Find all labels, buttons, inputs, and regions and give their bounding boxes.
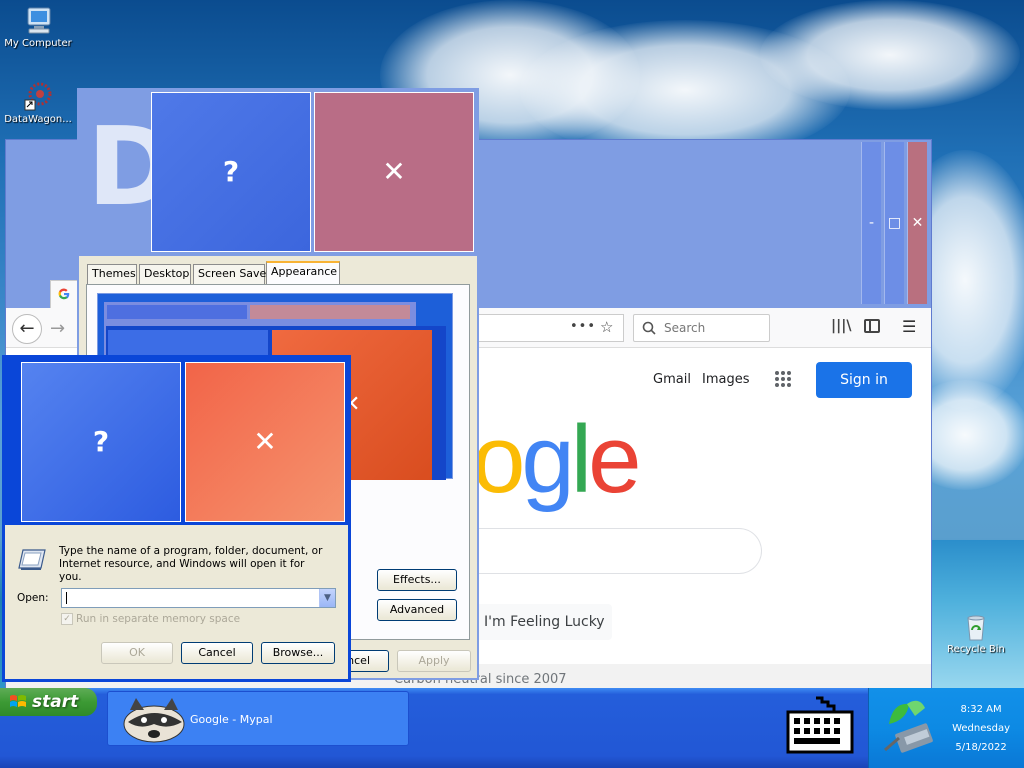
keyboard-icon[interactable]: [786, 696, 854, 754]
run-program-icon: [17, 548, 49, 572]
forward-arrow-icon[interactable]: →: [50, 318, 65, 339]
taskbar-task-google-mypal[interactable]: Google - Mypal: [107, 691, 409, 746]
page-actions-icon[interactable]: •••: [570, 319, 596, 334]
start-label: start: [32, 692, 79, 712]
advanced-button[interactable]: Advanced: [377, 599, 457, 621]
desktop-icon-recycle-bin[interactable]: Recycle Bin: [938, 610, 1014, 655]
feeling-lucky-button[interactable]: I'm Feeling Lucky: [476, 604, 612, 640]
url-bar[interactable]: ••• ☆: [476, 314, 624, 342]
run-titlebar[interactable]: ? ✕: [5, 358, 348, 525]
menu-hamburger-icon[interactable]: ☰: [902, 317, 916, 336]
help-button[interactable]: ?: [151, 92, 311, 252]
memory-space-label: Run in separate memory space: [76, 613, 241, 625]
library-icon[interactable]: |||\: [831, 318, 851, 334]
run-dialog: ? ✕ Type the name of a program, folder, …: [2, 355, 351, 682]
back-arrow-icon[interactable]: ←: [12, 314, 42, 344]
datawagon-icon: [22, 80, 54, 112]
memory-space-checkbox[interactable]: ✓: [61, 613, 73, 625]
chevron-down-icon[interactable]: ▼: [319, 589, 335, 607]
system-tray: 8:32 AM Wednesday 5/18/2022: [868, 688, 1024, 768]
apply-button[interactable]: Apply: [397, 650, 471, 672]
search-icon: [642, 321, 656, 335]
display-properties-titlebar[interactable]: D ? ✕: [79, 90, 477, 256]
browser-tab[interactable]: [50, 280, 78, 308]
computer-icon: [22, 4, 54, 36]
desktop-icon-datawagon[interactable]: DataWagon...: [0, 80, 76, 125]
text-cursor: [66, 592, 67, 604]
desktop-icon-label: DataWagon...: [4, 114, 72, 125]
taskbar: start Google - Mypal 8:32 AM Wednesday 5…: [0, 688, 1024, 768]
desktop-icon-label: Recycle Bin: [947, 644, 1005, 655]
sign-in-button[interactable]: Sign in: [816, 362, 912, 398]
desktop-icon-label: My Computer: [4, 38, 72, 49]
search-input[interactable]: Search: [633, 314, 770, 342]
tab-themes[interactable]: Themes: [87, 264, 137, 284]
close-button[interactable]: ✕: [907, 142, 927, 304]
open-input[interactable]: ▼: [61, 588, 336, 608]
search-placeholder: Search: [664, 321, 706, 335]
clock-date: 5/18/2022: [955, 742, 1007, 753]
google-search-box[interactable]: [476, 528, 762, 574]
bookmark-star-icon[interactable]: ☆: [600, 318, 613, 336]
close-button[interactable]: ✕: [185, 362, 345, 522]
effects-button[interactable]: Effects...: [377, 569, 457, 591]
tab-appearance[interactable]: Appearance: [266, 261, 340, 285]
windows-logo-icon: [10, 695, 26, 707]
help-button[interactable]: ?: [21, 362, 181, 522]
run-description: Type the name of a program, folder, docu…: [59, 545, 323, 583]
minimize-button[interactable]: -: [861, 142, 881, 304]
open-label: Open:: [17, 592, 49, 604]
ok-button[interactable]: OK: [101, 642, 173, 664]
network-tray-icon[interactable]: [879, 694, 943, 758]
google-favicon-icon: [58, 288, 70, 300]
maximize-button[interactable]: □: [884, 142, 904, 304]
cancel-button[interactable]: Cancel: [181, 642, 253, 664]
clock-day: Wednesday: [952, 723, 1010, 734]
raccoon-icon: [116, 696, 188, 744]
gmail-link[interactable]: Gmail: [653, 372, 691, 387]
start-button[interactable]: start: [0, 688, 97, 716]
tab-screen-saver[interactable]: Screen Saver: [193, 264, 271, 284]
tab-desktop[interactable]: Desktop: [139, 264, 191, 284]
recycle-bin-icon: [960, 610, 992, 642]
google-logo: ogle: [472, 406, 642, 513]
clock[interactable]: 8:32 AM Wednesday 5/18/2022: [952, 700, 1010, 757]
clock-time: 8:32 AM: [960, 704, 1002, 715]
close-button[interactable]: ✕: [314, 92, 474, 252]
task-label: Google - Mypal: [190, 713, 273, 726]
images-link[interactable]: Images: [702, 372, 750, 387]
browse-button[interactable]: Browse...: [261, 642, 335, 664]
sidebar-icon[interactable]: [864, 319, 880, 333]
apps-grid-icon[interactable]: [774, 370, 794, 390]
desktop-icon-my-computer[interactable]: My Computer: [0, 4, 76, 49]
